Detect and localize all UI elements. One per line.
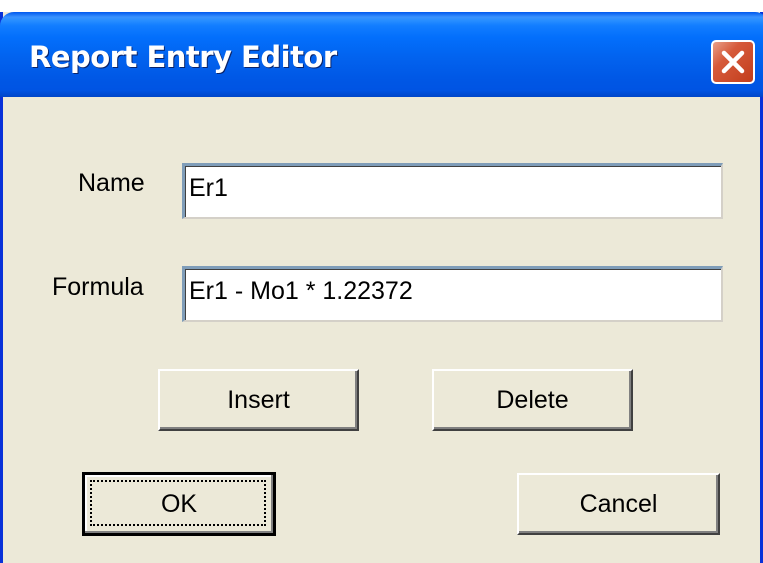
formula-field[interactable]: Er1 - Mo1 * 1.22372 <box>182 266 723 322</box>
insert-button[interactable]: Insert <box>158 369 359 431</box>
title-bar[interactable]: Report Entry Editor <box>0 12 763 97</box>
close-x-icon <box>721 50 745 74</box>
name-field[interactable]: Er1 <box>182 163 723 219</box>
ok-button-label: OK <box>160 489 198 518</box>
window-title: Report Entry Editor <box>29 40 337 74</box>
insert-button-label: Insert <box>227 385 290 414</box>
formula-label: Formula <box>52 273 144 301</box>
report-entry-editor-dialog: Report Entry Editor Name Er1 Formula Er1… <box>0 12 763 563</box>
close-button[interactable] <box>711 40 755 84</box>
delete-button-label: Delete <box>496 385 569 414</box>
cancel-button-label: Cancel <box>579 489 658 518</box>
ok-button[interactable]: OK <box>82 472 276 536</box>
name-label: Name <box>78 169 145 197</box>
delete-button[interactable]: Delete <box>432 369 633 431</box>
cancel-button[interactable]: Cancel <box>517 473 720 535</box>
